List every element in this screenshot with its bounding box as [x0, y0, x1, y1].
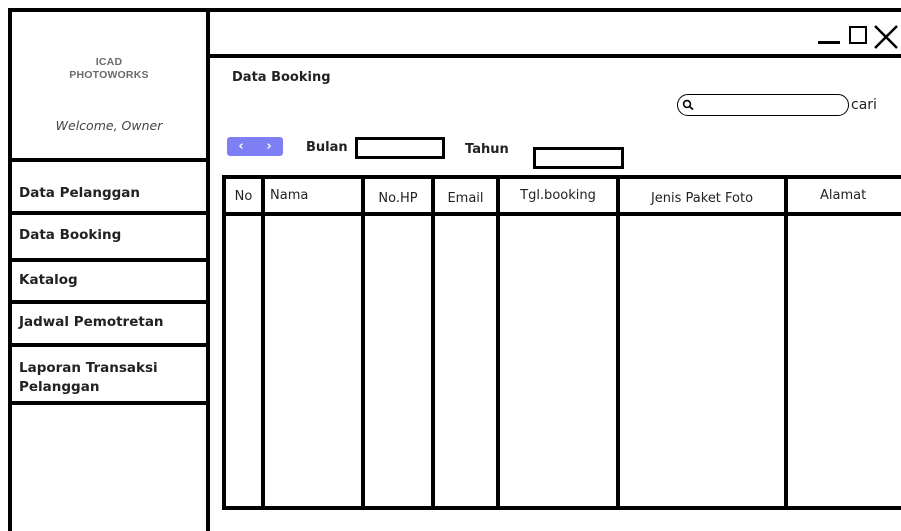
maximize-icon[interactable]	[849, 26, 867, 44]
sidebar-item-label: Laporan Transaksi	[19, 360, 158, 376]
menu-divider	[8, 211, 210, 215]
column-header-email: Email	[447, 191, 484, 206]
column-divider	[261, 175, 265, 510]
sidebar-item-data-booking[interactable]: Data Booking	[19, 226, 121, 245]
welcome-text: Welcome, Owner	[55, 118, 163, 133]
tahun-input[interactable]	[533, 147, 624, 169]
column-divider	[496, 175, 500, 510]
table-header-divider	[222, 212, 901, 216]
menu-divider	[8, 300, 210, 304]
bulan-label: Bulan	[306, 140, 348, 155]
column-header-nama: Nama	[270, 188, 309, 203]
column-divider	[616, 175, 620, 510]
menu-divider	[8, 258, 210, 262]
column-header-jenis-paket-foto: Jenis Paket Foto	[650, 191, 754, 206]
column-header-no: No	[234, 189, 253, 204]
column-header-tgl-booking: Tgl.booking	[520, 188, 596, 203]
titlebar-divider	[206, 54, 901, 58]
column-divider	[784, 175, 788, 510]
search-input[interactable]	[677, 94, 849, 116]
menu-divider	[8, 401, 210, 405]
bulan-input[interactable]	[355, 137, 445, 159]
window-left-border	[8, 8, 12, 531]
column-divider	[361, 175, 365, 510]
search-button[interactable]: cari	[851, 94, 877, 116]
page-title: Data Booking	[232, 70, 331, 85]
column-divider	[431, 175, 435, 510]
sidebar-item-label: Pelanggan	[19, 379, 100, 395]
window-top-border	[10, 8, 901, 12]
sidebar-item-data-pelanggan[interactable]: Data Pelanggan	[19, 184, 140, 203]
menu-divider	[8, 158, 210, 162]
menu-divider	[8, 343, 210, 347]
sidebar-divider	[206, 8, 210, 531]
sidebar-item-katalog[interactable]: Katalog	[19, 271, 78, 290]
brand-name-line1: ICAD	[95, 56, 123, 68]
minimize-icon[interactable]	[818, 41, 840, 44]
column-header-alamat: Alamat	[820, 188, 867, 203]
month-pager: ‹ ›	[227, 137, 283, 156]
close-icon[interactable]	[872, 22, 900, 50]
column-header-no-hp: No.HP	[378, 191, 418, 206]
tahun-label: Tahun	[465, 142, 509, 157]
sidebar-item-jadwal-pemotretan[interactable]: Jadwal Pemotretan	[19, 313, 164, 332]
search-icon	[682, 99, 694, 111]
booking-table	[222, 175, 901, 510]
brand-name-line2: PHOTOWORKS	[69, 69, 149, 81]
next-button[interactable]: ›	[266, 139, 271, 154]
sidebar-item-laporan-transaksi[interactable]: Laporan Transaksi Pelanggan	[19, 359, 158, 397]
previous-button[interactable]: ‹	[238, 139, 243, 154]
